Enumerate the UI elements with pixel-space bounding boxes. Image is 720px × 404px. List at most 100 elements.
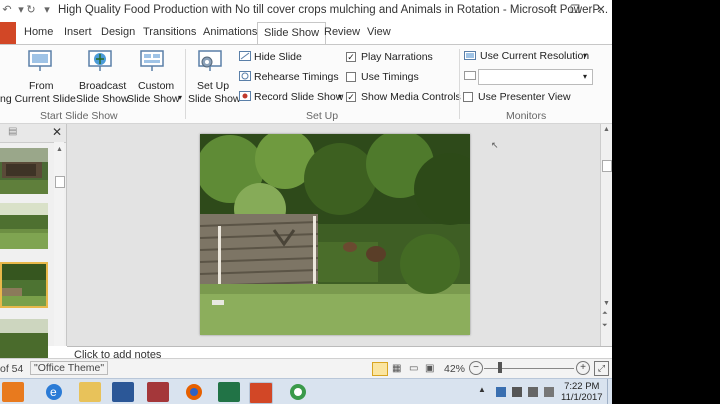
zoom-slider-thumb[interactable]: [498, 362, 502, 373]
use-timings-label[interactable]: Use Timings: [361, 71, 419, 83]
resolution-select[interactable]: Use Current Resolution: [480, 50, 589, 62]
fit-to-window-icon[interactable]: ⤢: [594, 361, 609, 376]
internet-explorer-icon[interactable]: e: [43, 382, 65, 402]
tab-insert[interactable]: Insert: [64, 26, 92, 38]
slide-thumbnail-selected[interactable]: [0, 262, 48, 308]
file-explorer-icon[interactable]: [79, 382, 101, 402]
tab-view[interactable]: View: [367, 26, 391, 38]
tray-app-icon[interactable]: [496, 387, 506, 397]
scroll-up-icon[interactable]: ▲: [603, 126, 610, 133]
use-presenter-view-label[interactable]: Use Presenter View: [478, 91, 571, 103]
use-timings-checkbox[interactable]: [346, 72, 356, 82]
broadcast-label-top[interactable]: Broadcast: [79, 80, 126, 92]
setup-group-label: Set Up: [306, 110, 339, 122]
zoom-out-icon[interactable]: −: [469, 361, 483, 375]
use-presenter-view-checkbox[interactable]: [463, 92, 473, 102]
firefox-icon[interactable]: [183, 382, 205, 402]
slide-scrollbar[interactable]: ▲ ▼ ⏶ ⏷: [600, 124, 612, 346]
customize-toolbar-icon[interactable]: ▾: [40, 3, 54, 17]
play-narrations-label[interactable]: Play Narrations: [361, 51, 433, 63]
show-on-monitor-select[interactable]: [478, 69, 593, 85]
slide-photo-pig-pen[interactable]: [200, 134, 470, 335]
zoom-level[interactable]: 42%: [444, 363, 465, 375]
tab-animations[interactable]: Animations: [203, 26, 257, 38]
slides-tab-icon[interactable]: ▤: [8, 126, 17, 137]
resolution-dropdown-icon[interactable]: ▾: [583, 51, 587, 60]
file-tab[interactable]: [0, 22, 16, 44]
group-separator: [459, 49, 460, 119]
slides-pane-header: ▤ ✕: [0, 124, 66, 143]
scroll-thumb[interactable]: [55, 176, 65, 188]
tab-home[interactable]: Home: [24, 26, 53, 38]
windows-taskbar: e ▲ 7:22 PM 11/1/2017: [0, 378, 612, 404]
next-slide-icon[interactable]: ⏷: [602, 322, 608, 330]
word-icon[interactable]: [112, 382, 134, 402]
clock-date: 11/1/2017: [561, 392, 603, 403]
title-bar: ↶ ▾ ↻ ▾ High Quality Food Production wit…: [0, 0, 612, 22]
normal-view-icon[interactable]: [372, 362, 388, 376]
window-title: High Quality Food Production with No til…: [58, 4, 609, 16]
svg-text:e: e: [50, 385, 57, 399]
from-current-label-top[interactable]: From: [29, 80, 54, 92]
custom-label-top[interactable]: Custom: [138, 80, 174, 92]
tab-design[interactable]: Design: [101, 26, 135, 38]
broadcast-label-bottom[interactable]: Slide Show: [76, 93, 129, 105]
custom-label-bottom[interactable]: Slide Show: [127, 93, 180, 105]
network-icon[interactable]: [512, 387, 522, 397]
show-hidden-icons-icon[interactable]: ▲: [478, 385, 488, 395]
powerpoint-icon[interactable]: [249, 382, 273, 404]
play-narrations-checkbox[interactable]: ✓: [346, 52, 356, 62]
close-pane-icon[interactable]: ✕: [52, 125, 62, 139]
previous-slide-icon[interactable]: ⏶: [602, 310, 608, 318]
status-bar: of 54 "Office Theme" ▦ ▭ ▣ 42% − + ⤢: [0, 358, 612, 378]
scroll-thumb[interactable]: [602, 160, 612, 172]
slide-thumbnail[interactable]: [0, 203, 48, 249]
undo-icon[interactable]: ↶: [0, 3, 14, 17]
broadcast-icon: [88, 50, 112, 71]
theme-name[interactable]: "Office Theme": [30, 361, 109, 375]
taskbar-clock[interactable]: 7:22 PM 11/1/2017: [561, 381, 603, 403]
rehearse-timings-button[interactable]: Rehearse Timings: [254, 71, 339, 83]
group-separator: [185, 49, 186, 119]
resolution-icon: [464, 51, 476, 60]
slide-sorter-icon[interactable]: ▦: [392, 363, 401, 374]
close-icon[interactable]: ✕: [593, 2, 609, 18]
slides-scrollbar[interactable]: ▲: [54, 142, 65, 346]
hide-slide-button[interactable]: Hide Slide: [254, 51, 302, 63]
custom-dropdown-icon[interactable]: ▾: [178, 93, 182, 102]
scroll-up-icon[interactable]: ▲: [56, 146, 63, 153]
zoom-in-icon[interactable]: +: [576, 361, 590, 375]
record-slide-show-icon: [239, 91, 251, 101]
battery-icon[interactable]: [528, 387, 538, 397]
record-slide-show-button[interactable]: Record Slide Show: [254, 91, 343, 103]
start-menu-icon[interactable]: [2, 382, 24, 402]
show-media-controls-checkbox[interactable]: ✓: [346, 92, 356, 102]
camtasia-icon[interactable]: [287, 382, 309, 402]
black-margin: [612, 0, 720, 404]
monitor-dropdown-icon[interactable]: ▾: [583, 72, 587, 81]
powerpoint-window: ↶ ▾ ↻ ▾ High Quality Food Production wit…: [0, 0, 612, 404]
clock-time: 7:22 PM: [564, 381, 600, 392]
record-dropdown-icon[interactable]: ▾: [338, 92, 342, 101]
from-current-label-bottom[interactable]: ng Current Slide: [0, 93, 76, 105]
restore-icon[interactable]: ❐: [567, 2, 583, 18]
slide-thumbnail[interactable]: [0, 148, 48, 194]
volume-icon[interactable]: [544, 387, 554, 397]
access-icon[interactable]: [147, 382, 169, 402]
tab-review[interactable]: Review: [324, 26, 360, 38]
show-media-controls-label[interactable]: Show Media Controls: [361, 91, 461, 103]
slides-pane: ▤ ✕ ▲: [0, 124, 67, 365]
from-current-slide-icon: [28, 50, 52, 71]
tab-slide-show[interactable]: Slide Show: [257, 22, 327, 44]
setup-label-top[interactable]: Set Up: [197, 80, 229, 92]
scroll-down-icon[interactable]: ▼: [603, 300, 610, 307]
setup-label-bottom[interactable]: Slide Show: [188, 93, 241, 105]
reading-view-icon[interactable]: ▭: [409, 363, 418, 374]
redo-icon[interactable]: ↻: [24, 3, 38, 17]
slide-show-view-icon[interactable]: ▣: [425, 363, 434, 374]
ribbon-tabs: Home Insert Design Transitions Animation…: [0, 22, 612, 44]
monitor-icon: [464, 71, 476, 80]
minimize-icon[interactable]: –: [543, 2, 559, 18]
tab-transitions[interactable]: Transitions: [143, 26, 196, 38]
excel-icon[interactable]: [218, 382, 240, 402]
